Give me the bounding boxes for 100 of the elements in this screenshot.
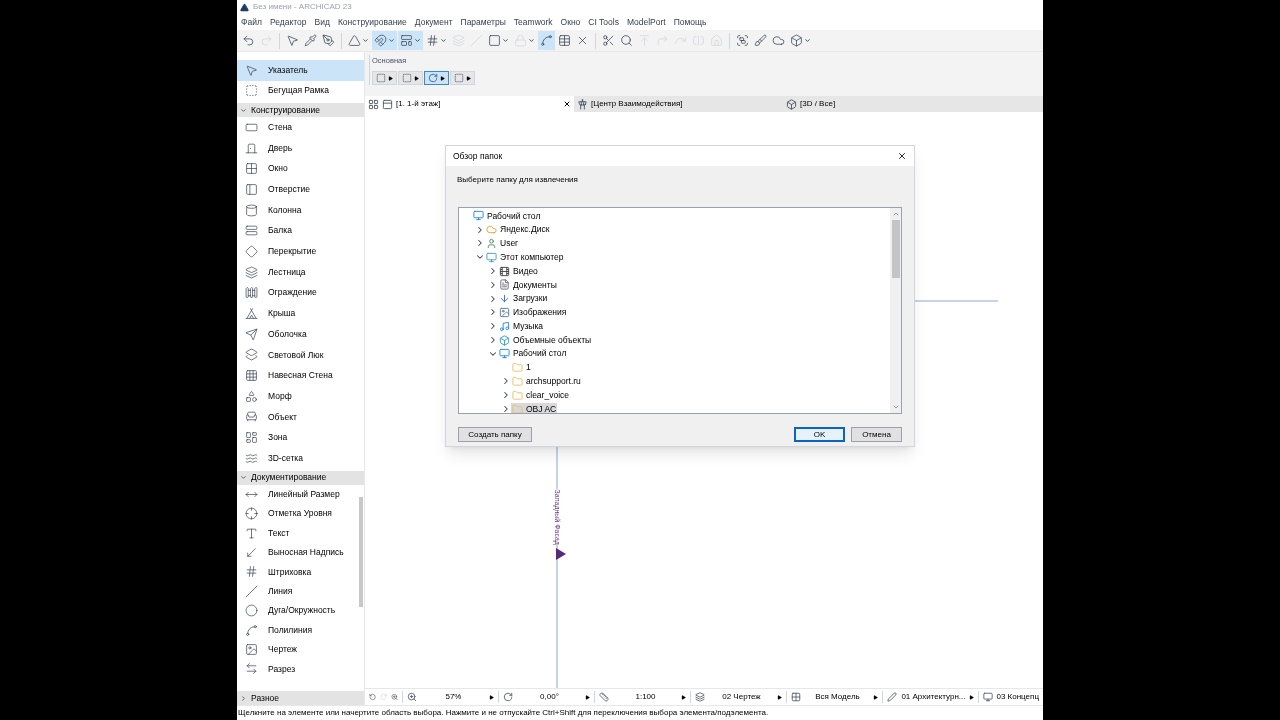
dashed-square-icon — [245, 84, 258, 98]
toolbar-button[interactable] — [372, 31, 397, 50]
scrollbar[interactable] — [890, 208, 901, 413]
section-header[interactable]: Документирование — [237, 470, 364, 485]
tool-item[interactable]: Линейный Размер — [237, 484, 358, 505]
elevation-marker-icon[interactable] — [556, 548, 566, 560]
menu-item[interactable]: ModelPort — [626, 15, 666, 29]
dialog-button[interactable]: OK — [794, 427, 845, 442]
tool-item[interactable]: Отверстие — [237, 179, 364, 200]
scroll-thumb[interactable] — [891, 220, 900, 278]
tree-item[interactable]: Объемные объекты — [498, 333, 593, 347]
tool-item[interactable]: Оболочка — [237, 323, 364, 345]
section-header[interactable]: Разное — [237, 691, 364, 705]
tool-item[interactable]: Полилиния — [237, 620, 358, 640]
tool-item[interactable]: Штриховка — [237, 562, 358, 582]
menu-item[interactable]: Окно — [560, 15, 581, 29]
close-icon[interactable] — [897, 151, 907, 161]
tool-item[interactable]: 3D-сетка — [237, 448, 364, 469]
rotate-icon — [428, 73, 438, 84]
dashed-square-icon — [376, 73, 386, 84]
tool-item[interactable]: Отметка Уровня — [237, 504, 358, 524]
tree-item[interactable]: archsupport.ru — [511, 375, 582, 388]
menu-item[interactable]: CI Tools — [588, 15, 619, 29]
nav-dropdown[interactable]: 0,00° — [516, 691, 583, 703]
cloud-icon — [486, 224, 497, 236]
nav-dropdown[interactable]: 02 Чертеж — [708, 691, 775, 703]
arrow-icon — [440, 75, 445, 81]
menu-item[interactable]: Помощь — [673, 15, 707, 29]
zoom-in-icon[interactable] — [391, 692, 399, 702]
tool-item[interactable]: Перекрытие — [237, 241, 364, 262]
tree-item[interactable]: Этот компьютер — [485, 250, 565, 264]
scroll-down-icon[interactable] — [891, 403, 900, 411]
tool-item[interactable]: Колонна — [237, 199, 364, 221]
undo-view-icon[interactable] — [369, 692, 377, 702]
tool-item[interactable]: Разрез — [237, 659, 358, 679]
tree-item[interactable]: Документы — [498, 278, 558, 292]
tool-item[interactable]: Зона — [237, 427, 364, 448]
menu-item[interactable]: Документ — [414, 15, 453, 29]
tree-item[interactable]: Видео — [498, 264, 539, 278]
tool-item[interactable]: Световой Люк — [237, 344, 364, 366]
tool-item[interactable]: Стена — [237, 117, 364, 138]
tree-item[interactable]: Рабочий стол — [498, 347, 568, 361]
tool-item[interactable]: Указатель — [237, 60, 364, 81]
menu-item[interactable]: Вид — [314, 15, 330, 29]
scrollbar[interactable] — [359, 496, 363, 607]
tool-item[interactable]: Окно — [237, 158, 364, 180]
scroll-up-icon[interactable] — [891, 210, 900, 218]
menu-item[interactable]: Параметры — [460, 15, 506, 29]
tree-item[interactable]: Яндекс.Диск — [485, 223, 551, 237]
folder-tree[interactable]: Рабочий стол Яндекс.Диск User Этот компьютер Видео Документы Загрузки Изображения Музыка Объемные объекты Рабочий стол 1 archsupport.ru clear_voice OBJ AC — [458, 207, 902, 414]
view-tab[interactable]: [1. 1-й этаж] — [365, 96, 574, 112]
pen-icon — [322, 34, 335, 47]
nav-dropdown[interactable]: 01 Архитектурн... — [900, 691, 967, 703]
menu-item[interactable]: Teamwork — [513, 15, 553, 29]
tree-item[interactable]: OBJ AC — [511, 402, 558, 413]
tool-item[interactable]: Ограждение — [237, 282, 364, 304]
triangle-icon — [348, 34, 361, 47]
tool-item[interactable]: Лестница — [237, 261, 364, 283]
tool-item[interactable]: Морф — [237, 385, 364, 407]
tool-item[interactable]: Текст — [237, 523, 358, 543]
nav-dropdown[interactable]: 1:100 — [612, 691, 679, 703]
document-icon — [499, 279, 510, 291]
tree-item[interactable]: User — [485, 237, 519, 250]
tool-item[interactable]: Линия — [237, 581, 358, 602]
toolbar-button[interactable] — [788, 31, 813, 50]
nav-dropdown[interactable]: 03 Концепц — [996, 691, 1039, 703]
tree-item[interactable]: Музыка — [498, 319, 545, 333]
cube-icon — [786, 98, 797, 110]
text-icon — [245, 526, 258, 540]
tree-item[interactable]: Загрузки — [498, 292, 549, 306]
dialog-button[interactable]: Создать папку — [458, 427, 532, 442]
tool-item[interactable]: Дуга/Окружность — [237, 601, 358, 621]
tool-item[interactable]: Балка — [237, 220, 364, 242]
dialog-button[interactable]: Отмена — [851, 427, 902, 442]
tool-item[interactable]: Выносная Надпись — [237, 542, 358, 563]
toolbar-button[interactable] — [538, 31, 555, 50]
arrow-icon — [969, 694, 975, 700]
tool-item[interactable]: Навесная Стена — [237, 365, 364, 386]
film-icon — [499, 265, 510, 277]
menu-item[interactable]: Конструирование — [337, 15, 407, 29]
skylight-icon — [245, 348, 258, 362]
tool-item[interactable]: Крыша — [237, 303, 364, 324]
column-icon — [245, 203, 258, 217]
nav-dropdown[interactable]: 57% — [420, 691, 487, 703]
section-header[interactable]: Конструирование — [237, 103, 364, 117]
tree-item[interactable]: 1 — [511, 361, 532, 375]
toolbar-button[interactable] — [398, 31, 423, 50]
tool-item[interactable]: Чертеж — [237, 639, 358, 660]
menu-item[interactable]: Редактор — [269, 15, 307, 29]
tool-item[interactable]: Объект — [237, 406, 364, 428]
tree-item[interactable]: Изображения — [498, 306, 568, 319]
tool-item[interactable]: Дверь — [237, 137, 364, 159]
close-icon[interactable] — [563, 100, 571, 108]
tree-item[interactable]: Рабочий стол — [472, 209, 542, 223]
nav-dropdown[interactable]: Вся Модель — [804, 691, 871, 703]
info-box-button[interactable] — [424, 71, 449, 86]
tool-item[interactable]: Бегущая Рамка — [237, 80, 364, 101]
menu-item[interactable]: Файл — [241, 15, 262, 29]
tree-item[interactable]: clear_voice — [511, 388, 570, 402]
corner-icon — [656, 34, 669, 47]
